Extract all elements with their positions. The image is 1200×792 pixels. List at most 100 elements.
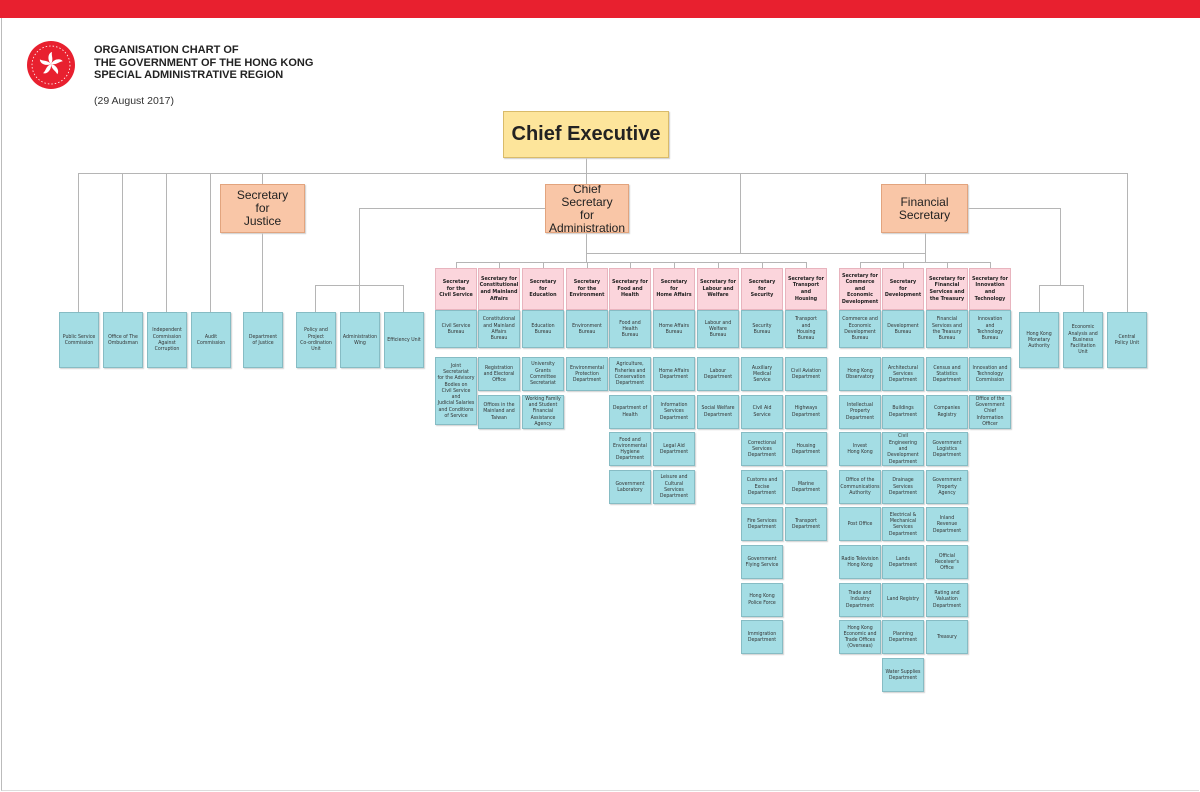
connector-line bbox=[122, 173, 123, 312]
department-box: Marine Department bbox=[785, 469, 827, 504]
department-box: Information Services Department bbox=[653, 394, 695, 429]
department-box: Home Affairs Department bbox=[653, 357, 695, 391]
title-line: THE GOVERNMENT OF THE HONG KONG bbox=[94, 56, 314, 69]
department-box: Food and Environmental Hygiene Departmen… bbox=[609, 432, 651, 467]
independent-body-box: Independent Commission Against Corruptio… bbox=[147, 312, 187, 368]
connector-line bbox=[586, 158, 587, 184]
department-box: Intellectual Property Department bbox=[839, 394, 881, 429]
department-box: Post Office bbox=[839, 507, 881, 542]
bureau-box: Innovation and Technology Bureau bbox=[969, 310, 1011, 348]
connector-line bbox=[1127, 173, 1128, 312]
connector-line bbox=[403, 285, 404, 312]
department-box: Customs and Excise Department bbox=[741, 469, 783, 504]
department-box: Treasury bbox=[926, 620, 968, 655]
cs-unit-box: Efficiency Unit bbox=[384, 312, 424, 368]
department-box: Innovation and Technology Commission bbox=[969, 357, 1011, 391]
title-line: ORGANISATION CHART OF bbox=[94, 44, 239, 56]
cs-unit-box: Policy and Project Co-ordination Unit bbox=[296, 312, 336, 368]
connector-line bbox=[1083, 285, 1084, 312]
department-box: Hong Kong Police Force bbox=[741, 582, 783, 617]
department-box: Companies Registry bbox=[926, 394, 968, 429]
department-box: University Grants Committee Secretariat bbox=[522, 357, 564, 391]
department-box: Fire Services Department bbox=[741, 507, 783, 542]
department-box: Electrical & Mechanical Services Departm… bbox=[882, 507, 924, 542]
chart-date: (29 August 2017) bbox=[94, 95, 174, 107]
department-box: Hong Kong Economic and Trade Offices (Ov… bbox=[839, 620, 881, 655]
bureau-box: Commerce and Economic Development Bureau bbox=[839, 310, 881, 348]
independent-body-box: Audit Commission bbox=[191, 312, 231, 368]
secretary-box: Secretary for the Civil Service bbox=[435, 268, 477, 310]
secretary-box: Secretary for Commerce and Economic Deve… bbox=[839, 268, 881, 310]
department-box: Registration and Electoral Office bbox=[478, 357, 520, 391]
department-box: Hong Kong Observatory bbox=[839, 357, 881, 391]
connector-line bbox=[359, 208, 546, 209]
department-of-justice-box: Department of Justice bbox=[243, 312, 283, 368]
department-box: Civil Engineering and Development Depart… bbox=[882, 432, 924, 467]
chief-executive-box: Chief Executive bbox=[503, 111, 669, 158]
department-box: Invest Hong Kong bbox=[839, 432, 881, 467]
department-box: Civil Aid Service bbox=[741, 394, 783, 429]
secretary-box: Secretary for Innovation and Technology bbox=[969, 268, 1011, 310]
department-box: Official Receiver's Office bbox=[926, 545, 968, 579]
department-box: Legal Aid Department bbox=[653, 432, 695, 467]
bureau-box: Labour and Welfare Bureau bbox=[697, 310, 739, 348]
connector-line bbox=[1039, 285, 1084, 286]
department-box: Drainage Services Department bbox=[882, 469, 924, 504]
connector-line bbox=[78, 173, 1128, 174]
connector-line bbox=[262, 173, 263, 184]
department-box: Working Family and Student Financial Ass… bbox=[522, 394, 564, 429]
department-box: Lands Department bbox=[882, 545, 924, 579]
fs-unit-box: Economic Analysis and Business Facilitat… bbox=[1063, 312, 1103, 368]
department-box: Rating and Valuation Department bbox=[926, 582, 968, 617]
connector-line bbox=[78, 173, 79, 312]
connector-line bbox=[359, 208, 360, 285]
cs-unit-box: Administration Wing bbox=[340, 312, 380, 368]
department-box: Auxiliary Medical Service bbox=[741, 357, 783, 391]
connector-line bbox=[968, 208, 1061, 209]
financial-secretary-box: Financial Secretary bbox=[881, 184, 968, 233]
hksar-emblem-logo bbox=[27, 41, 75, 89]
department-box: Water Supplies Department bbox=[882, 657, 924, 692]
department-box: Joint Secretariat for the Advisory Bodie… bbox=[435, 357, 477, 425]
secretary-box: Secretary for Labour and Welfare bbox=[697, 268, 739, 310]
connector-line bbox=[586, 233, 587, 262]
connector-line bbox=[586, 253, 926, 254]
department-box: Department of Health bbox=[609, 394, 651, 429]
bureau-box: Civil Service Bureau bbox=[435, 310, 477, 348]
department-box: Environmental Protection Department bbox=[566, 357, 608, 391]
connector-line bbox=[925, 173, 926, 184]
connector-line bbox=[1060, 208, 1061, 285]
department-box: Offices in the Mainland and Taiwan bbox=[478, 394, 520, 429]
bureau-box: Security Bureau bbox=[741, 310, 783, 348]
department-box: Government Flying Service bbox=[741, 545, 783, 579]
independent-body-box: Public Service Commission bbox=[59, 312, 99, 368]
secretary-box: Secretary for Food and Health bbox=[609, 268, 651, 310]
department-box: Labour Department bbox=[697, 357, 739, 391]
connector-line bbox=[359, 285, 360, 312]
connector-line bbox=[860, 262, 991, 263]
department-box: Buildings Department bbox=[882, 394, 924, 429]
department-box: Government Laboratory bbox=[609, 469, 651, 504]
chart-title: ORGANISATION CHART OF THE GOVERNMENT OF … bbox=[94, 44, 313, 82]
secretary-box: Secretary for the Environment bbox=[566, 268, 608, 310]
secretary-box: Secretary for Development bbox=[882, 268, 924, 310]
connector-line bbox=[166, 173, 167, 312]
connector-line bbox=[740, 173, 741, 253]
secretary-box: Secretary for Home Affairs bbox=[653, 268, 695, 310]
fs-unit-box: Hong Kong Monetary Authority bbox=[1019, 312, 1059, 368]
department-box: Office of the Government Chief Informati… bbox=[969, 394, 1011, 429]
secretary-box: Secretary for Transport and Housing bbox=[785, 268, 827, 310]
secretary-box: Secretary for Constitutional and Mainlan… bbox=[478, 268, 520, 310]
department-box: Architectural Services Department bbox=[882, 357, 924, 391]
central-policy-unit-box: Central Policy Unit bbox=[1107, 312, 1147, 368]
department-box: Trade and Industry Department bbox=[839, 582, 881, 617]
bureau-box: Development Bureau bbox=[882, 310, 924, 348]
department-box: Census and Statistics Department bbox=[926, 357, 968, 391]
connector-line bbox=[456, 262, 807, 263]
department-box: Immigration Department bbox=[741, 620, 783, 655]
department-box: Radio Television Hong Kong bbox=[839, 545, 881, 579]
department-box: Land Registry bbox=[882, 582, 924, 617]
connector-line bbox=[925, 233, 926, 262]
department-box: Planning Department bbox=[882, 620, 924, 655]
bureau-box: Constitutional and Mainland Affairs Bure… bbox=[478, 310, 520, 348]
